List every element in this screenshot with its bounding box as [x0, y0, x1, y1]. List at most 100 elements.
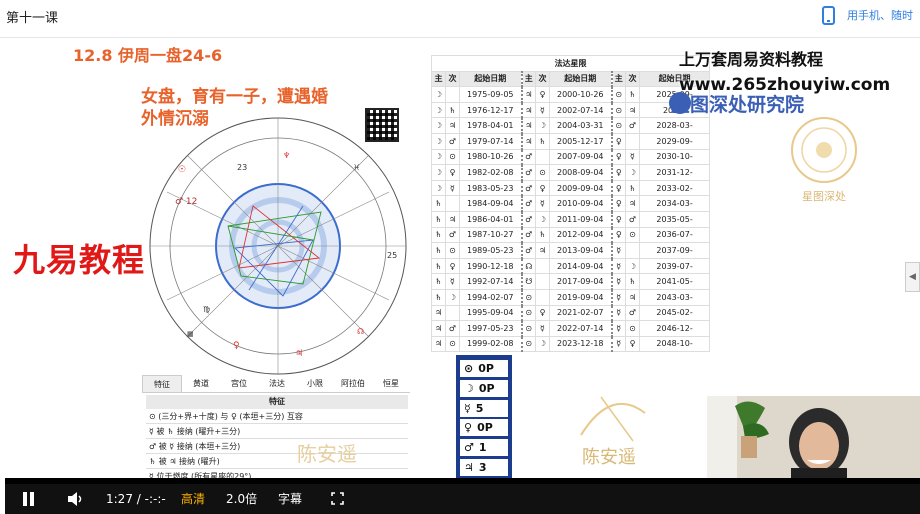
firdaria-cell: ♄ [431, 210, 446, 228]
firdaria-cell: 2017-09-04 [549, 273, 612, 290]
firdaria-cell: 1984-09-04 [459, 195, 522, 212]
firdaria-cell: 2011-09-04 [549, 210, 612, 228]
chart-caption-line-2: 外情沉溺 [141, 109, 209, 129]
video-player[interactable]: 12.8 伊周一盘24-6 ☉ ♂ 12 ♓ 25 ☊ ♀ ♃ ♍ 23 ♆ ▦… [5, 38, 920, 514]
firdaria-cell: 2013-09-04 [549, 242, 612, 259]
subtitles-button[interactable]: 字幕 [278, 491, 302, 507]
firdaria-column-header: 起始日期 [549, 70, 612, 88]
volume-icon[interactable] [67, 491, 85, 507]
firdaria-row: ☽ ♂ 1979-07-14 ♃ ♄ 2005-12-17 ♀ 2029-09- [431, 132, 711, 150]
firdaria-cell: ♂ [520, 148, 536, 166]
firdaria-cell: ⊙ [520, 335, 536, 353]
firdaria-cell: 2029-09- [638, 132, 711, 150]
firdaria-cell: 1979-07-14 [459, 132, 522, 150]
phone-icon [822, 5, 835, 25]
firdaria-cell: 1999-02-08 [459, 335, 522, 353]
planet-score-row: ♀ 0P [460, 419, 508, 437]
firdaria-cell: ♄ [625, 179, 640, 197]
firdaria-cell: ♃ [431, 335, 446, 353]
firdaria-cell: 2043-03- [638, 288, 711, 306]
firdaria-cell: 1980-10-26 [459, 148, 522, 166]
firdaria-cell: ⊙ [610, 86, 626, 103]
firdaria-cell: 1995-09-04 [459, 304, 522, 322]
firdaria-cell: ⊙ [520, 320, 536, 337]
svg-text:♓: ♓ [353, 163, 360, 172]
planet-score-value: 0P [478, 362, 494, 375]
planet-symbol: ☽ [464, 381, 474, 395]
firdaria-cell: 2002-07-14 [549, 101, 612, 119]
slide-title: 12.8 伊周一盘24-6 [73, 46, 223, 65]
firdaria-cell: 2019-09-04 [549, 288, 612, 306]
firdaria-table: 法达星限主次起始日期主次起始日期主次起始日期 ☽ 1975-09-05 ♃ ♀ 2000… [430, 55, 711, 353]
tab-fixed-stars[interactable]: 恒星 [372, 375, 410, 392]
feature-row: ☿ 位于燃度 (所有星座的29°) [146, 469, 408, 478]
mobile-view-link[interactable]: 用手机、随时 [822, 4, 913, 26]
features-heading: 特征 [146, 395, 408, 409]
firdaria-column-header: 主 [520, 70, 536, 88]
firdaria-cell: ♃ [625, 101, 640, 119]
planet-symbol: ♂ [464, 441, 474, 455]
firdaria-column-header: 次 [535, 70, 550, 88]
emblem-text: 星图深处 [802, 190, 846, 203]
firdaria-row: ♃ ♂ 1997-05-23 ⊙ ☿ 2022-07-14 ☿ ⊙ 2046-12- [431, 320, 711, 337]
mobile-view-label: 用手机、随时 [847, 9, 913, 22]
planet-score-value: 3 [478, 460, 487, 474]
firdaria-cell: ⊙ [625, 226, 640, 244]
firdaria-cell: ☽ [431, 101, 446, 119]
firdaria-column-header: 主 [431, 70, 446, 88]
firdaria-cell: ♄ [431, 195, 446, 212]
quality-button[interactable]: 高清 [181, 491, 205, 507]
speed-button[interactable]: 2.0倍 [226, 491, 257, 507]
firdaria-row: ♄ ⊙ 1989-05-23 ♂ ♃ 2013-09-04 ☿ 2037-09- [431, 242, 711, 259]
firdaria-cell: 1975-09-05 [459, 86, 522, 103]
firdaria-cell: 1997-05-23 [459, 320, 522, 337]
firdaria-cell: ☽ [431, 148, 446, 166]
firdaria-cell: ♄ [431, 288, 446, 306]
firdaria-cell: ♄ [535, 226, 550, 244]
tab-arabic-parts[interactable]: 阿拉伯 [334, 375, 372, 392]
firdaria-cell: 1994-02-07 [459, 288, 522, 306]
svg-text:▦: ▦ [187, 330, 194, 338]
firdaria-cell: ☿ [610, 273, 626, 290]
tab-ecliptic[interactable]: 黄道 [182, 375, 220, 392]
firdaria-cell: 2036-07- [638, 226, 711, 244]
video-frame[interactable]: 12.8 伊周一盘24-6 ☉ ♂ 12 ♓ 25 ☊ ♀ ♃ ♍ 23 ♆ ▦… [5, 38, 920, 478]
tab-houses[interactable]: 宫位 [220, 375, 258, 392]
signature-text: 陈安遥 [582, 447, 636, 468]
fullscreen-icon[interactable] [331, 492, 344, 505]
tab-firdaria[interactable]: 法达 [258, 375, 296, 392]
firdaria-cell: ♂ [625, 304, 640, 322]
firdaria-title: 法达星限 [430, 55, 711, 72]
firdaria-cell: ♀ [445, 164, 460, 181]
firdaria-cell: ☿ [625, 148, 640, 166]
firdaria-cell: ⊙ [610, 117, 626, 134]
chart-watermark: 陈安遥 [297, 442, 357, 466]
firdaria-cell: ☋ [520, 273, 536, 290]
firdaria-cell: ☽ [625, 164, 640, 181]
firdaria-row: ♃ ⊙ 1999-02-08 ⊙ ☽ 2023-12-18 ☿ ♀ 2048-10- [431, 335, 711, 353]
firdaria-cell: ♂ [625, 210, 640, 228]
firdaria-cell: 2005-12-17 [549, 132, 612, 150]
firdaria-cell: 2022-07-14 [549, 320, 612, 337]
tab-profections[interactable]: 小限 [296, 375, 334, 392]
side-panel-toggle[interactable]: ◀ [905, 262, 920, 292]
firdaria-cell: 2041-05- [638, 273, 711, 290]
firdaria-row: ☽ ♃ 1978-04-01 ♃ ☽ 2004-03-31 ⊙ ♂ 2028-03- [431, 117, 711, 134]
firdaria-cell: 1992-07-14 [459, 273, 522, 290]
tab-features[interactable]: 特征 [142, 375, 182, 392]
firdaria-cell: ♂ [520, 210, 536, 228]
firdaria-row: ♄ ♃ 1986-04-01 ♂ ☽ 2011-09-04 ♀ ♂ 2035-05- [431, 210, 711, 228]
firdaria-cell: 2008-09-04 [549, 164, 612, 181]
studio-emblem: 星图深处 [791, 117, 857, 203]
svg-text:23: 23 [237, 163, 247, 172]
firdaria-cell: ♄ [431, 242, 446, 259]
pause-icon[interactable] [23, 492, 35, 506]
firdaria-cell: ♂ [625, 117, 640, 134]
firdaria-cell: ☽ [535, 210, 550, 228]
firdaria-cell: 2045-02- [638, 304, 711, 322]
firdaria-cell [445, 304, 460, 322]
firdaria-cell: ♃ [520, 101, 536, 119]
firdaria-cell: ⊙ [535, 164, 550, 181]
firdaria-cell: 1989-05-23 [459, 242, 522, 259]
firdaria-cell: ☽ [431, 179, 446, 197]
